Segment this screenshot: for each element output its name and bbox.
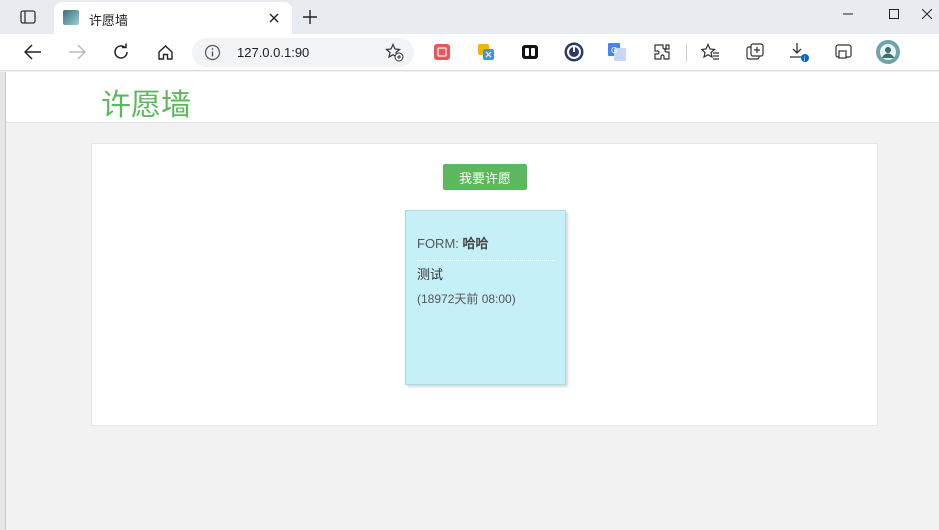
ext-tabs-icon[interactable]: [520, 42, 540, 62]
tab-title: 许愿墙: [89, 13, 129, 28]
browser-tab[interactable]: 许愿墙: [54, 2, 292, 34]
browser-toolbar: 127.0.0.1:90 G i: [0, 34, 939, 71]
profile-avatar[interactable]: [876, 40, 900, 64]
maximize-icon[interactable]: [871, 0, 917, 28]
refresh-icon[interactable]: [107, 39, 135, 65]
screenshot-icon[interactable]: [833, 42, 853, 62]
wish-note-from-label: FORM:: [417, 236, 463, 251]
info-icon[interactable]: [204, 44, 221, 61]
tab-actions-icon[interactable]: [14, 6, 42, 28]
add-favorite-icon[interactable]: [385, 43, 404, 62]
new-tab-icon[interactable]: [299, 6, 321, 28]
tab-bar: 许愿墙: [0, 0, 939, 34]
favorites-icon[interactable]: [700, 42, 720, 62]
make-wish-button[interactable]: 我要许愿: [443, 164, 527, 190]
site-logo[interactable]: 许愿墙: [101, 80, 191, 124]
forward-icon: [63, 39, 91, 65]
wish-note-content: 测试: [417, 267, 444, 282]
ext-circle-icon[interactable]: [564, 42, 584, 62]
ext-google-translate-icon[interactable]: G: [607, 42, 627, 62]
downloads-icon[interactable]: i: [789, 42, 809, 62]
minimize-icon[interactable]: [825, 0, 871, 28]
url-text[interactable]: 127.0.0.1:90: [237, 45, 309, 60]
tab-close-icon[interactable]: [264, 8, 284, 28]
wish-note-from-name: 哈哈: [462, 236, 489, 251]
wish-note-from: FORM: 哈哈: [417, 233, 555, 261]
wish-note-time: (18972天前 08:00): [417, 292, 516, 306]
extensions-icon[interactable]: [652, 42, 672, 62]
collections-icon[interactable]: [745, 42, 765, 62]
page-viewport: 许愿墙 我要许愿 FORM: 哈哈 测试 (18972天前 08:00): [6, 72, 939, 530]
wish-wall-container: 我要许愿 FORM: 哈哈 测试 (18972天前 08:00): [91, 143, 878, 426]
address-bar[interactable]: 127.0.0.1:90: [192, 38, 414, 67]
toolbar-divider: [686, 44, 687, 62]
back-icon[interactable]: [19, 39, 47, 65]
site-header: 许愿墙: [6, 72, 939, 123]
svg-text:G: G: [611, 46, 617, 55]
home-icon[interactable]: [151, 39, 179, 65]
window-close-icon[interactable]: [915, 0, 939, 28]
ext-translate-icon[interactable]: [476, 42, 496, 62]
ext-red-icon[interactable]: [432, 42, 452, 62]
tab-favicon-icon: [63, 10, 79, 25]
wish-note[interactable]: FORM: 哈哈 测试 (18972天前 08:00): [405, 210, 566, 385]
